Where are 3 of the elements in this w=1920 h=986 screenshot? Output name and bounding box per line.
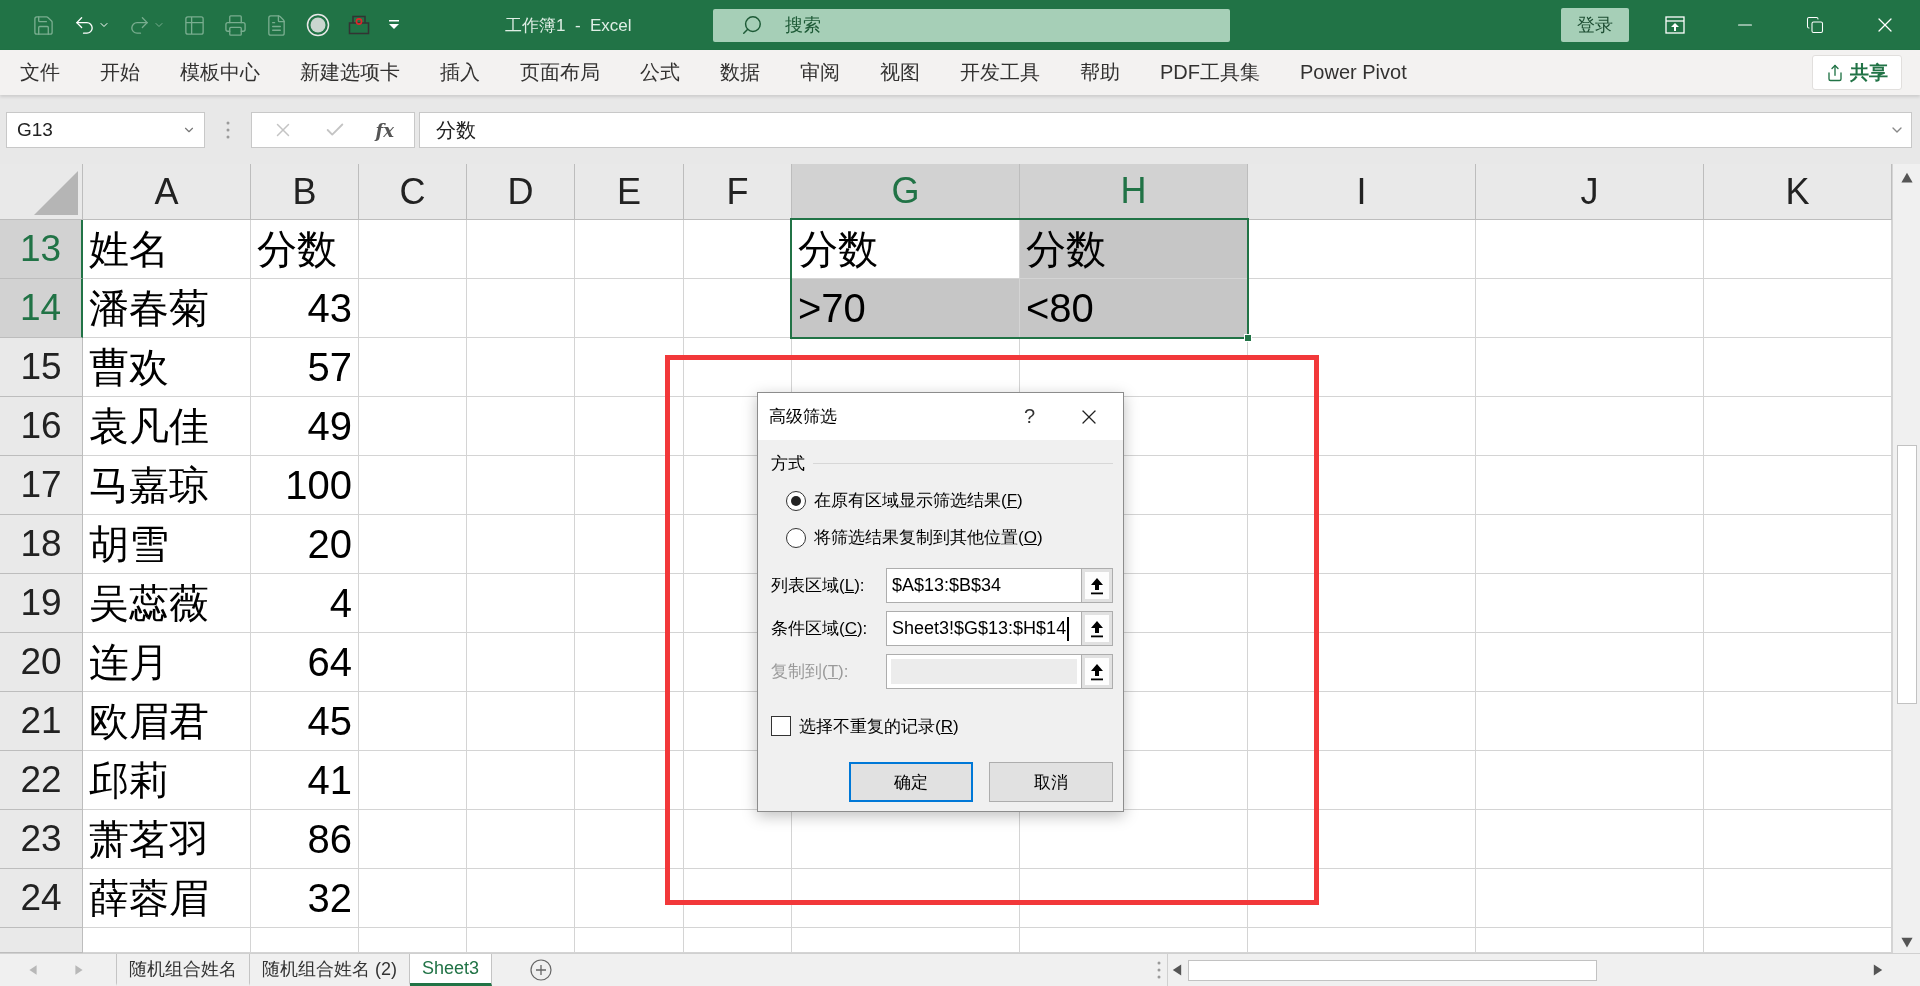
group-label: 方式	[771, 452, 805, 475]
dialog-title: 高级筛选	[769, 406, 837, 428]
window-title: 工作簿1 - Excel	[505, 14, 632, 37]
